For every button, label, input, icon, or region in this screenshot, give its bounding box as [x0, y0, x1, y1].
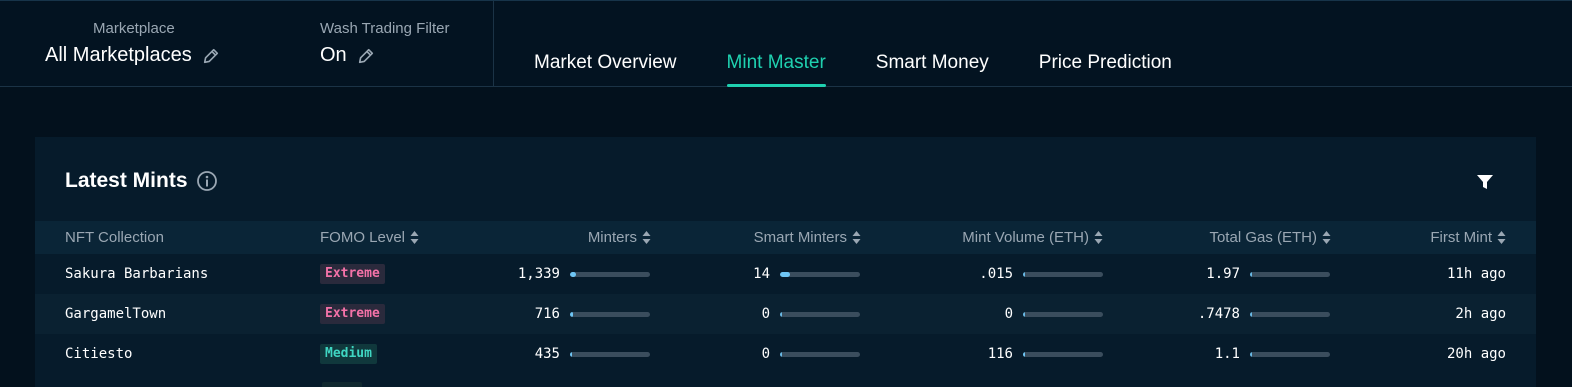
table-row[interactable]: GargamelTown Extreme 716 0 0 .7478 2h ag… [35, 294, 1536, 334]
smart-minters-bar-fill [780, 272, 790, 277]
nft-collection-cell[interactable]: GargamelTown [65, 294, 166, 334]
col-fomo-level[interactable]: FOMO Level [320, 221, 419, 254]
first-mint-cell: 2h ago [1455, 306, 1506, 322]
sort-icon[interactable] [1094, 230, 1103, 245]
smart-minters-bar-fill [780, 352, 782, 357]
total-gas-bar [1250, 272, 1330, 277]
col-first-mint[interactable]: First Mint [1375, 221, 1506, 254]
minters-bar-fill [570, 312, 574, 317]
total-gas-bar [1250, 352, 1330, 357]
divider [493, 1, 494, 87]
minters-bar [570, 352, 650, 357]
mint-volume-bar-fill [1023, 272, 1025, 277]
fomo-badge [322, 382, 362, 387]
col-total-gas-label: Total Gas (ETH) [1209, 229, 1317, 246]
minters-bar [570, 272, 650, 277]
tab-mint-master[interactable]: Mint Master [726, 1, 827, 87]
first-mint-cell: 20h ago [1446, 346, 1506, 362]
minters-bar-fill [570, 352, 573, 357]
marketplace-filter[interactable]: Marketplace All Marketplaces [45, 1, 285, 87]
total-gas-cell: 1.97 [1206, 266, 1240, 282]
total-gas-bar-fill [1250, 352, 1252, 357]
marketplace-label: Marketplace [93, 20, 175, 37]
col-minters-label: Minters [587, 229, 637, 246]
tab-smart-money[interactable]: Smart Money [876, 1, 989, 87]
mint-volume-bar [1023, 352, 1103, 357]
col-mint-volume-label: Mint Volume (ETH) [962, 229, 1089, 246]
smart-minters-bar-fill [780, 312, 782, 317]
minters-cell: 716 [534, 306, 560, 322]
total-gas-bar-fill [1250, 312, 1252, 317]
fomo-badge: Medium [320, 344, 377, 364]
nft-collection-cell[interactable]: Sakura Barbarians [65, 254, 208, 294]
nft-collection-cell[interactable]: Citiesto [65, 334, 132, 374]
fomo-badge: Extreme [320, 264, 385, 284]
wash-trading-value: On [320, 44, 347, 66]
fomo-badge: Extreme [320, 304, 385, 324]
pencil-icon[interactable] [202, 47, 220, 65]
col-nft-collection-label: NFT Collection [65, 229, 164, 246]
total-gas-bar-fill [1250, 272, 1252, 277]
total-gas-cell: 1.1 [1214, 346, 1240, 362]
total-gas-bar [1250, 312, 1330, 317]
wash-trading-label: Wash Trading Filter [320, 20, 450, 37]
top-bar: Marketplace All Marketplaces Wash Tradin… [0, 0, 1572, 87]
wash-trading-value-wrap: On [320, 44, 375, 67]
filter-icon[interactable] [1475, 172, 1495, 192]
wash-trading-filter[interactable]: Wash Trading Filter On [320, 1, 490, 87]
table-header: NFT Collection FOMO Level Minters Smart … [35, 221, 1536, 254]
card-title: Latest Mints [65, 169, 188, 192]
marketplace-value-wrap: All Marketplaces [45, 44, 220, 67]
col-mint-volume[interactable]: Mint Volume (ETH) [905, 221, 1103, 254]
info-icon[interactable] [196, 170, 218, 192]
col-first-mint-label: First Mint [1430, 229, 1492, 246]
sort-icon[interactable] [852, 230, 861, 245]
smart-minters-cell: 0 [761, 306, 770, 322]
mint-volume-bar-fill [1023, 352, 1026, 357]
total-gas-cell: .7478 [1197, 306, 1240, 322]
table-row[interactable] [35, 374, 1536, 387]
latest-mints-card: Latest Mints NFT Collection FOMO Level M… [35, 137, 1536, 387]
minters-cell: 435 [534, 346, 560, 362]
sort-icon[interactable] [410, 230, 419, 245]
smart-minters-cell: 0 [761, 346, 770, 362]
card-title-wrap: Latest Mints [65, 169, 218, 193]
col-total-gas[interactable]: Total Gas (ETH) [1145, 221, 1331, 254]
sort-icon[interactable] [1497, 230, 1506, 245]
col-fomo-level-label: FOMO Level [320, 229, 406, 246]
table-row[interactable]: Citiesto Medium 435 0 116 1.1 20h ago [35, 334, 1536, 374]
pencil-icon[interactable] [357, 47, 375, 65]
first-mint-cell: 11h ago [1446, 266, 1506, 282]
mint-volume-cell: 116 [987, 346, 1013, 362]
smart-minters-bar [780, 272, 860, 277]
smart-minters-bar [780, 352, 860, 357]
mint-volume-bar-fill [1023, 312, 1025, 317]
mint-volume-cell: 0 [1004, 306, 1013, 322]
sort-icon[interactable] [642, 230, 651, 245]
mint-volume-bar [1023, 312, 1103, 317]
smart-minters-cell: 14 [753, 266, 770, 282]
col-nft-collection: NFT Collection [65, 221, 164, 254]
marketplace-value: All Marketplaces [45, 44, 192, 66]
sort-icon[interactable] [1322, 230, 1331, 245]
col-smart-minters-label: Smart Minters [753, 229, 847, 246]
mint-volume-cell: .015 [979, 266, 1013, 282]
minters-cell: 1,339 [517, 266, 560, 282]
minters-bar [570, 312, 650, 317]
table-row[interactable]: Sakura Barbarians Extreme 1,339 14 .015 … [35, 254, 1536, 294]
tab-bar: Market Overview Mint Master Smart Money … [534, 1, 1172, 87]
col-minters[interactable]: Minters [505, 221, 651, 254]
minters-bar-fill [570, 272, 577, 277]
tab-market-overview[interactable]: Market Overview [534, 1, 677, 87]
smart-minters-bar [780, 312, 860, 317]
col-smart-minters[interactable]: Smart Minters [695, 221, 861, 254]
mint-volume-bar [1023, 272, 1103, 277]
tab-price-prediction[interactable]: Price Prediction [1039, 1, 1172, 87]
